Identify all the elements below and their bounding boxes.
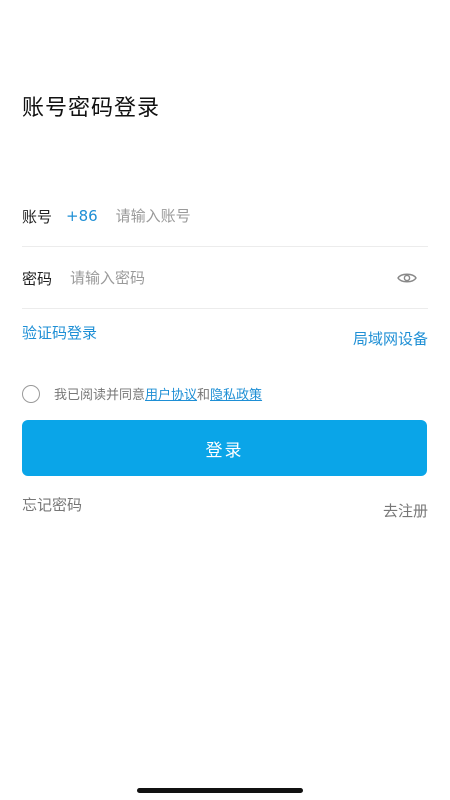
account-input[interactable] [115,207,428,225]
country-code-selector[interactable]: +86 [66,207,98,225]
forgot-password-link[interactable]: 忘记密码 [22,494,82,515]
login-button[interactable]: 登录 [22,420,427,476]
sms-login-link[interactable]: 验证码登录 [22,322,97,343]
account-field-row: 账号 +86 [22,186,428,247]
agreement-prefix: 我已阅读并同意 [54,388,146,403]
page-title: 账号密码登录 [22,96,161,121]
password-field-row: 密码 [22,248,428,309]
home-indicator[interactable] [137,788,303,793]
agreement-checkbox[interactable] [22,384,40,403]
lan-device-link[interactable]: 局域网设备 [353,328,428,349]
login-options-row: 验证码登录 局域网设备 [22,322,428,349]
privacy-policy-link[interactable]: 隐私政策 [210,388,262,403]
register-link[interactable]: 去注册 [383,500,428,521]
eye-icon-graphic [397,273,417,283]
agreement-text: 我已阅读并同意用户协议和隐私政策 [54,384,262,403]
agreement-conjunction: 和 [197,388,211,403]
password-input[interactable] [70,269,396,287]
bottom-links-row: 忘记密码 去注册 [22,494,428,521]
agreement-row: 我已阅读并同意用户协议和隐私政策 [22,384,262,403]
eye-icon[interactable] [396,267,418,289]
user-agreement-link[interactable]: 用户协议 [145,388,197,403]
account-label: 账号 [22,207,53,226]
password-label: 密码 [22,269,53,288]
